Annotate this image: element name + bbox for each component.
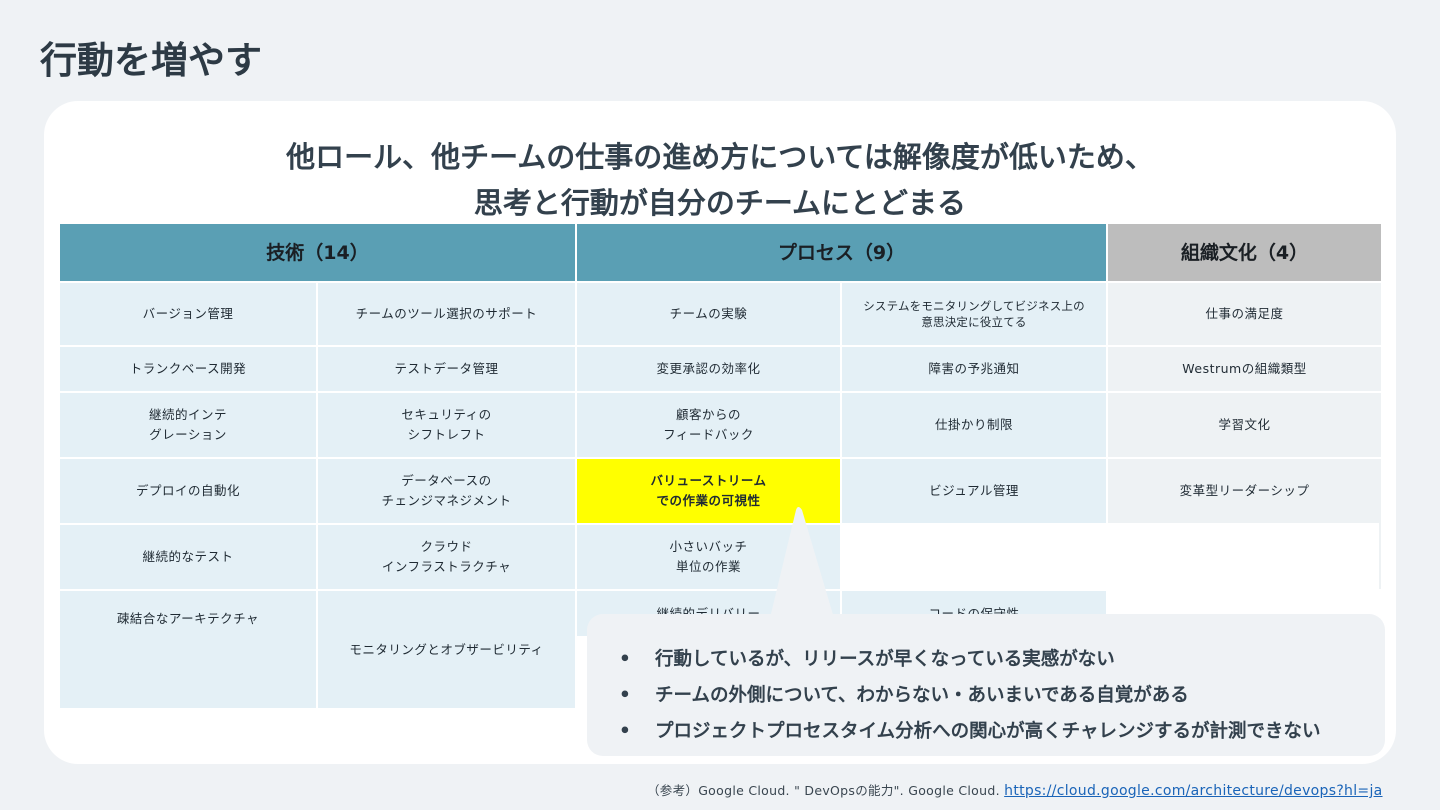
table-cell: 継続的なテスト (60, 523, 318, 589)
headline-line-1: 他ロール、他チームの仕事の進め方については解像度が低いため、 (286, 140, 1154, 174)
table-cell: 仕掛かり制限 (842, 391, 1108, 457)
table-cell: モニタリングとオブザービリティ (318, 589, 577, 708)
table-cell: 変更承認の効率化 (577, 345, 842, 391)
header-process: プロセス（9） (577, 224, 1108, 281)
callout-box: • 行動しているが、リリースが早くなっている実感がない • チームの外側について、わ… (587, 614, 1385, 756)
slide-title: 行動を増やす (40, 39, 262, 82)
table-cell: テストデータ管理 (318, 345, 577, 391)
table-cell: 仕事の満足度 (1108, 281, 1381, 345)
table-cell: 変革型リーダーシップ (1108, 457, 1381, 523)
list-item: • プロジェクトプロセスタイム分析への関心が高くチャレンジするが計測できない (619, 721, 1321, 742)
table-cell: デプロイの自動化 (60, 457, 318, 523)
table-cell: トランクベース開発 (60, 345, 318, 391)
table-cell: Westrumの組織類型 (1108, 345, 1381, 391)
callout-pointer (770, 507, 834, 618)
table-cell: セキュリティの シフトレフト (318, 391, 577, 457)
reference-text: （参考）Google Cloud. " DevOpsの能力". Google C… (647, 783, 1000, 798)
callout-list: • 行動しているが、リリースが早くなっている実感がない • チームの外側について、わ… (619, 642, 1385, 750)
table-cell: 継続的インテ グレーション (60, 391, 318, 457)
list-item: • チームの外側について、わからない・あいまいである自覚がある (619, 685, 1189, 706)
reference-link[interactable]: https://cloud.google.com/architecture/de… (1004, 783, 1382, 799)
table-cell: システムをモニタリングしてビジネス上の 意思決定に役立てる (842, 281, 1108, 345)
table-cell: チームの実験 (577, 281, 842, 345)
header-tech: 技術（14） (60, 224, 577, 281)
table-cell: 顧客からの フィードバック (577, 391, 842, 457)
table-cell: チームのツール選択のサポート (318, 281, 577, 345)
list-item: • 行動しているが、リリースが早くなっている実感がない (619, 649, 1115, 670)
table-cell: 学習文化 (1108, 391, 1381, 457)
table-cell: 疎結合なアーキテクチャ (60, 589, 318, 708)
table-cell: バージョン管理 (60, 281, 318, 345)
header-culture: 組織文化（4） (1108, 224, 1381, 281)
headline: 他ロール、他チームの仕事の進め方については解像度が低いため、 思考と行動が自分の… (0, 134, 1440, 226)
empty-cell (1108, 523, 1381, 589)
table-cell: クラウド インフラストラクチャ (318, 523, 577, 589)
reference-footer: （参考）Google Cloud. " DevOpsの能力". Google C… (647, 780, 1383, 799)
empty-cell (842, 523, 1108, 589)
headline-line-2: 思考と行動が自分のチームにとどまる (473, 186, 967, 220)
table-cell: データベースの チェンジマネジメント (318, 457, 577, 523)
table-cell: ビジュアル管理 (842, 457, 1108, 523)
table-cell: 障害の予兆通知 (842, 345, 1108, 391)
